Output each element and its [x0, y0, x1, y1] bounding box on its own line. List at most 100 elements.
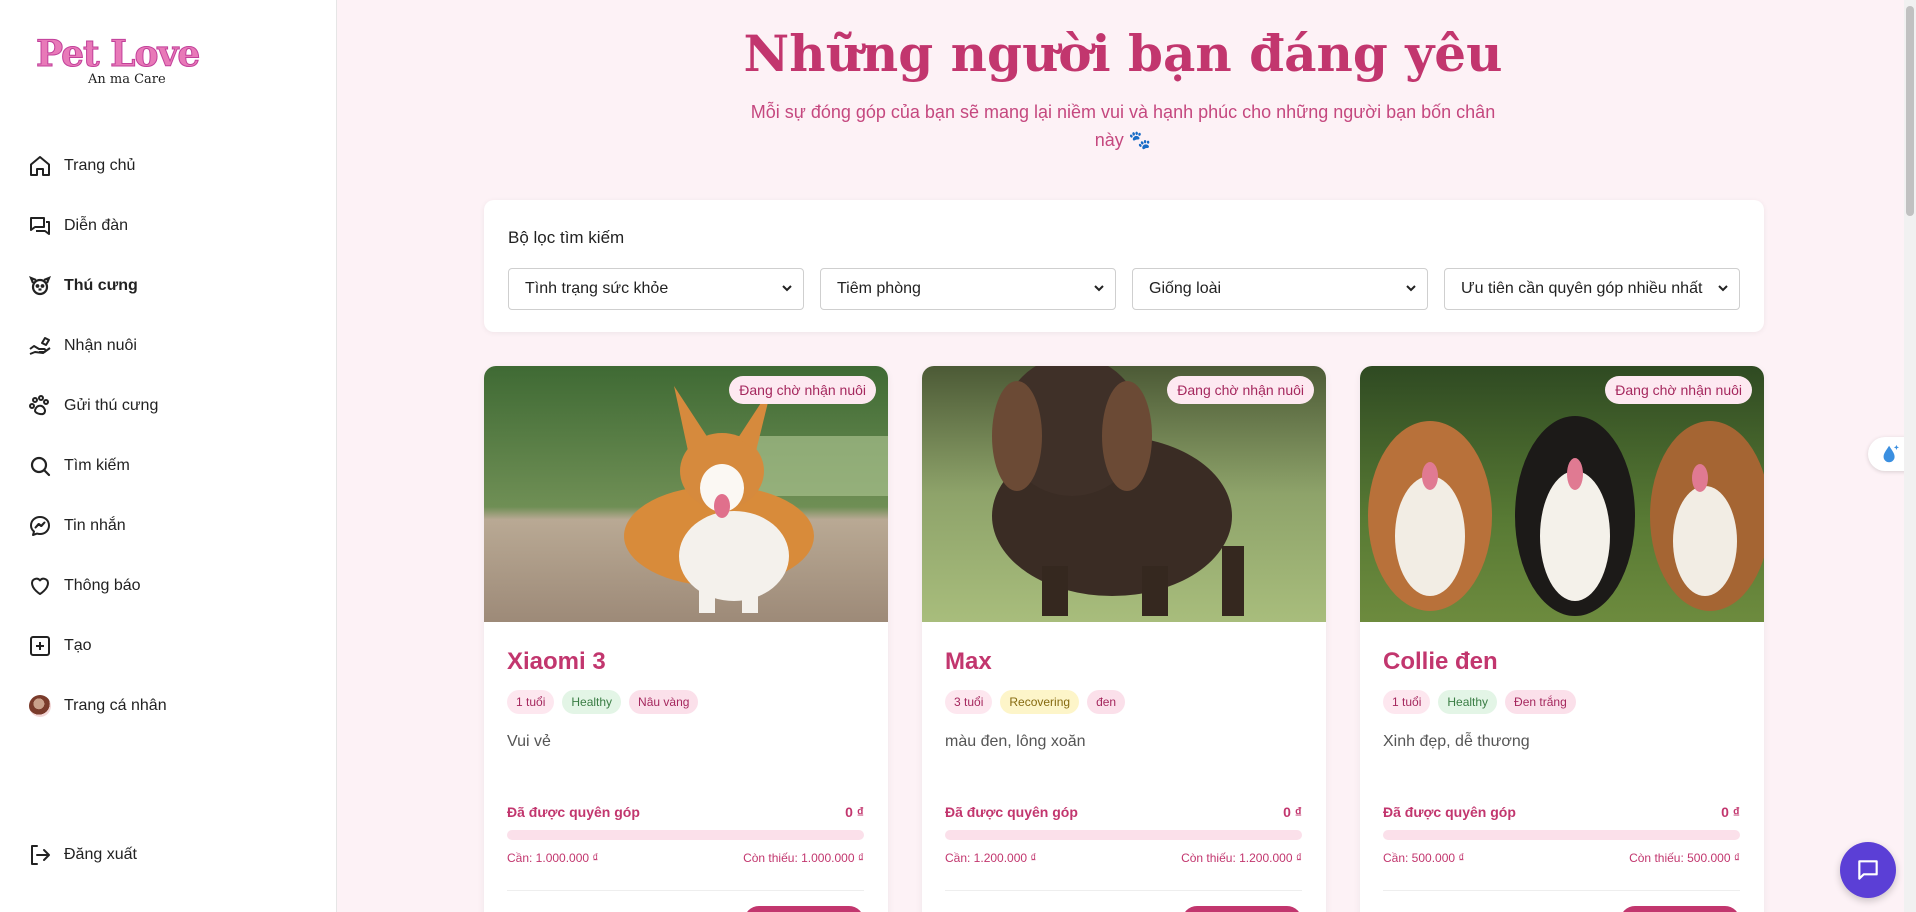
forum-icon: [28, 214, 52, 238]
color-tag: Đen trắng: [1505, 690, 1576, 714]
donated-amount: 0 ₫: [845, 804, 864, 820]
pet-tags: 1 tuổi Healthy Nâu vàng: [507, 690, 699, 714]
chevron-down-icon: [1718, 285, 1728, 292]
chat-icon: [1858, 860, 1878, 880]
pet-description: Vui vẻ: [507, 733, 551, 750]
search-icon: [28, 454, 52, 478]
divider: [945, 890, 1302, 891]
health-filter-value: Tình trạng sức khỏe: [525, 280, 669, 297]
paw-icon: [28, 394, 52, 418]
scrollbar-thumb[interactable]: [1906, 6, 1914, 216]
needed-amount: Cần: 1.000.000 ₫: [507, 851, 599, 865]
sidebar-item-label: Trang chủ: [64, 157, 136, 174]
sidebar: Pet Love An ma Care Trang chủ Diễn đàn T…: [0, 0, 337, 912]
droplet-icon: [1883, 444, 1899, 463]
pet-name[interactable]: Max: [945, 648, 992, 676]
divider: [1383, 890, 1740, 891]
pet-name[interactable]: Collie đen: [1383, 648, 1498, 676]
sidebar-item-create[interactable]: Tạo: [28, 616, 318, 676]
adopt-icon: [28, 334, 52, 358]
age-tag: 3 tuổi: [945, 690, 993, 714]
logout-icon: [28, 843, 52, 867]
pet-photo: [922, 366, 1326, 622]
pet-card[interactable]: Đang chờ nhận nuôi Max 3 tuổi Recovering…: [922, 366, 1326, 912]
sort-value: Ưu tiên cần quyên góp nhiều nhất: [1461, 280, 1703, 297]
sort-select[interactable]: Ưu tiên cần quyên góp nhiều nhất: [1444, 268, 1740, 310]
sidebar-item-profile[interactable]: Trang cá nhân: [28, 676, 318, 736]
main-content: Những người bạn đáng yêu Mỗi sự đóng góp…: [338, 0, 1908, 912]
logo-brand: Pet Love: [35, 33, 200, 75]
donate-button[interactable]: [1182, 906, 1302, 912]
needed-amount: Cần: 500.000 ₫: [1383, 851, 1465, 865]
chat-button[interactable]: [1840, 842, 1896, 898]
pet-card[interactable]: Đang chờ nhận nuôi Xiaomi 3 1 tuổi Healt…: [484, 366, 888, 912]
remaining-amount: Còn thiếu: 500.000 ₫: [1629, 851, 1740, 865]
sidebar-item-notifications[interactable]: Thông báo: [28, 556, 318, 616]
logout-button[interactable]: Đăng xuất: [28, 825, 137, 885]
donated-label: Đã được quyên góp: [1383, 804, 1516, 820]
page-subtitle: Mỗi sự đóng góp của bạn sẽ mang lại niềm…: [750, 102, 1496, 150]
sidebar-item-label: Nhận nuôi: [64, 337, 137, 354]
donated-label: Đã được quyên góp: [507, 804, 640, 820]
sidebar-item-home[interactable]: Trang chủ: [28, 136, 318, 196]
color-tag: đen: [1087, 690, 1126, 714]
chevron-down-icon: [782, 285, 792, 292]
plus-square-icon: [28, 634, 52, 658]
health-tag: Healthy: [1438, 690, 1498, 714]
donate-button[interactable]: [1620, 906, 1740, 912]
health-tag: Healthy: [562, 690, 622, 714]
sidebar-item-adopt[interactable]: Nhận nuôi: [28, 316, 318, 376]
pet-card[interactable]: Đang chờ nhận nuôi Collie đen 1 tuổi Hea…: [1360, 366, 1764, 912]
chevron-down-icon: [1094, 285, 1104, 292]
age-tag: 1 tuổi: [1383, 690, 1431, 714]
scrollbar[interactable]: [1904, 0, 1916, 912]
status-badge: Đang chờ nhận nuôi: [729, 376, 876, 404]
pet-name[interactable]: Xiaomi 3: [507, 648, 606, 676]
breed-filter-select[interactable]: Giống loài: [1132, 268, 1428, 310]
sidebar-item-messages[interactable]: Tin nhắn: [28, 496, 318, 556]
sidebar-nav: Trang chủ Diễn đàn Thú cưng Nhận nuôi Gử…: [28, 136, 318, 736]
vaccine-filter-value: Tiêm phòng: [837, 280, 921, 297]
sidebar-item-pets[interactable]: Thú cưng: [28, 256, 318, 316]
health-filter-select[interactable]: Tình trạng sức khỏe: [508, 268, 804, 310]
donate-button[interactable]: [744, 906, 864, 912]
vaccine-filter-select[interactable]: Tiêm phòng: [820, 268, 1116, 310]
remaining-amount: Còn thiếu: 1.000.000 ₫: [743, 851, 864, 865]
page-title: Những người bạn đáng yêu: [743, 24, 1503, 83]
donation-progress-bar: [1383, 830, 1740, 840]
sidebar-item-label: Thông báo: [64, 577, 141, 594]
sidebar-item-forum[interactable]: Diễn đàn: [28, 196, 318, 256]
avatar-wrap: [28, 694, 52, 718]
chevron-down-icon: [1406, 285, 1416, 292]
filter-panel: Bộ lọc tìm kiếm Tình trạng sức khỏe Tiêm…: [484, 200, 1764, 332]
sidebar-item-label: Gửi thú cưng: [64, 397, 159, 414]
pet-description: màu đen, lông xoăn: [945, 733, 1086, 750]
sidebar-item-send-pet[interactable]: Gửi thú cưng: [28, 376, 318, 436]
breed-filter-value: Giống loài: [1149, 280, 1222, 297]
home-icon: [28, 154, 52, 178]
sidebar-item-label: Tin nhắn: [64, 517, 126, 534]
remaining-amount: Còn thiếu: 1.200.000 ₫: [1181, 851, 1302, 865]
pet-tags: 1 tuổi Healthy Đen trắng: [1383, 690, 1576, 714]
pet-icon: [28, 274, 52, 298]
age-tag: 1 tuổi: [507, 690, 555, 714]
logo[interactable]: Pet Love An ma Care: [35, 33, 200, 88]
color-tag: Nâu vàng: [629, 690, 699, 714]
sidebar-item-label: Tạo: [64, 637, 92, 654]
needed-amount: Cần: 1.200.000 ₫: [945, 851, 1037, 865]
divider: [507, 890, 864, 891]
donation-progress-bar: [945, 830, 1302, 840]
donation-progress-bar: [507, 830, 864, 840]
sidebar-item-label: Diễn đàn: [64, 217, 129, 234]
status-badge: Đang chờ nhận nuôi: [1167, 376, 1314, 404]
donated-amount: 0 ₫: [1283, 804, 1302, 820]
donated-amount: 0 ₫: [1721, 804, 1740, 820]
filter-title: Bộ lọc tìm kiếm: [508, 228, 625, 247]
donated-label: Đã được quyên góp: [945, 804, 1078, 820]
pet-photo: [1360, 366, 1764, 622]
messenger-icon: [28, 514, 52, 538]
sidebar-item-label: Trang cá nhân: [64, 697, 167, 714]
avatar: [29, 695, 51, 717]
sidebar-item-search[interactable]: Tìm kiếm: [28, 436, 318, 496]
pet-photo: [484, 366, 888, 622]
